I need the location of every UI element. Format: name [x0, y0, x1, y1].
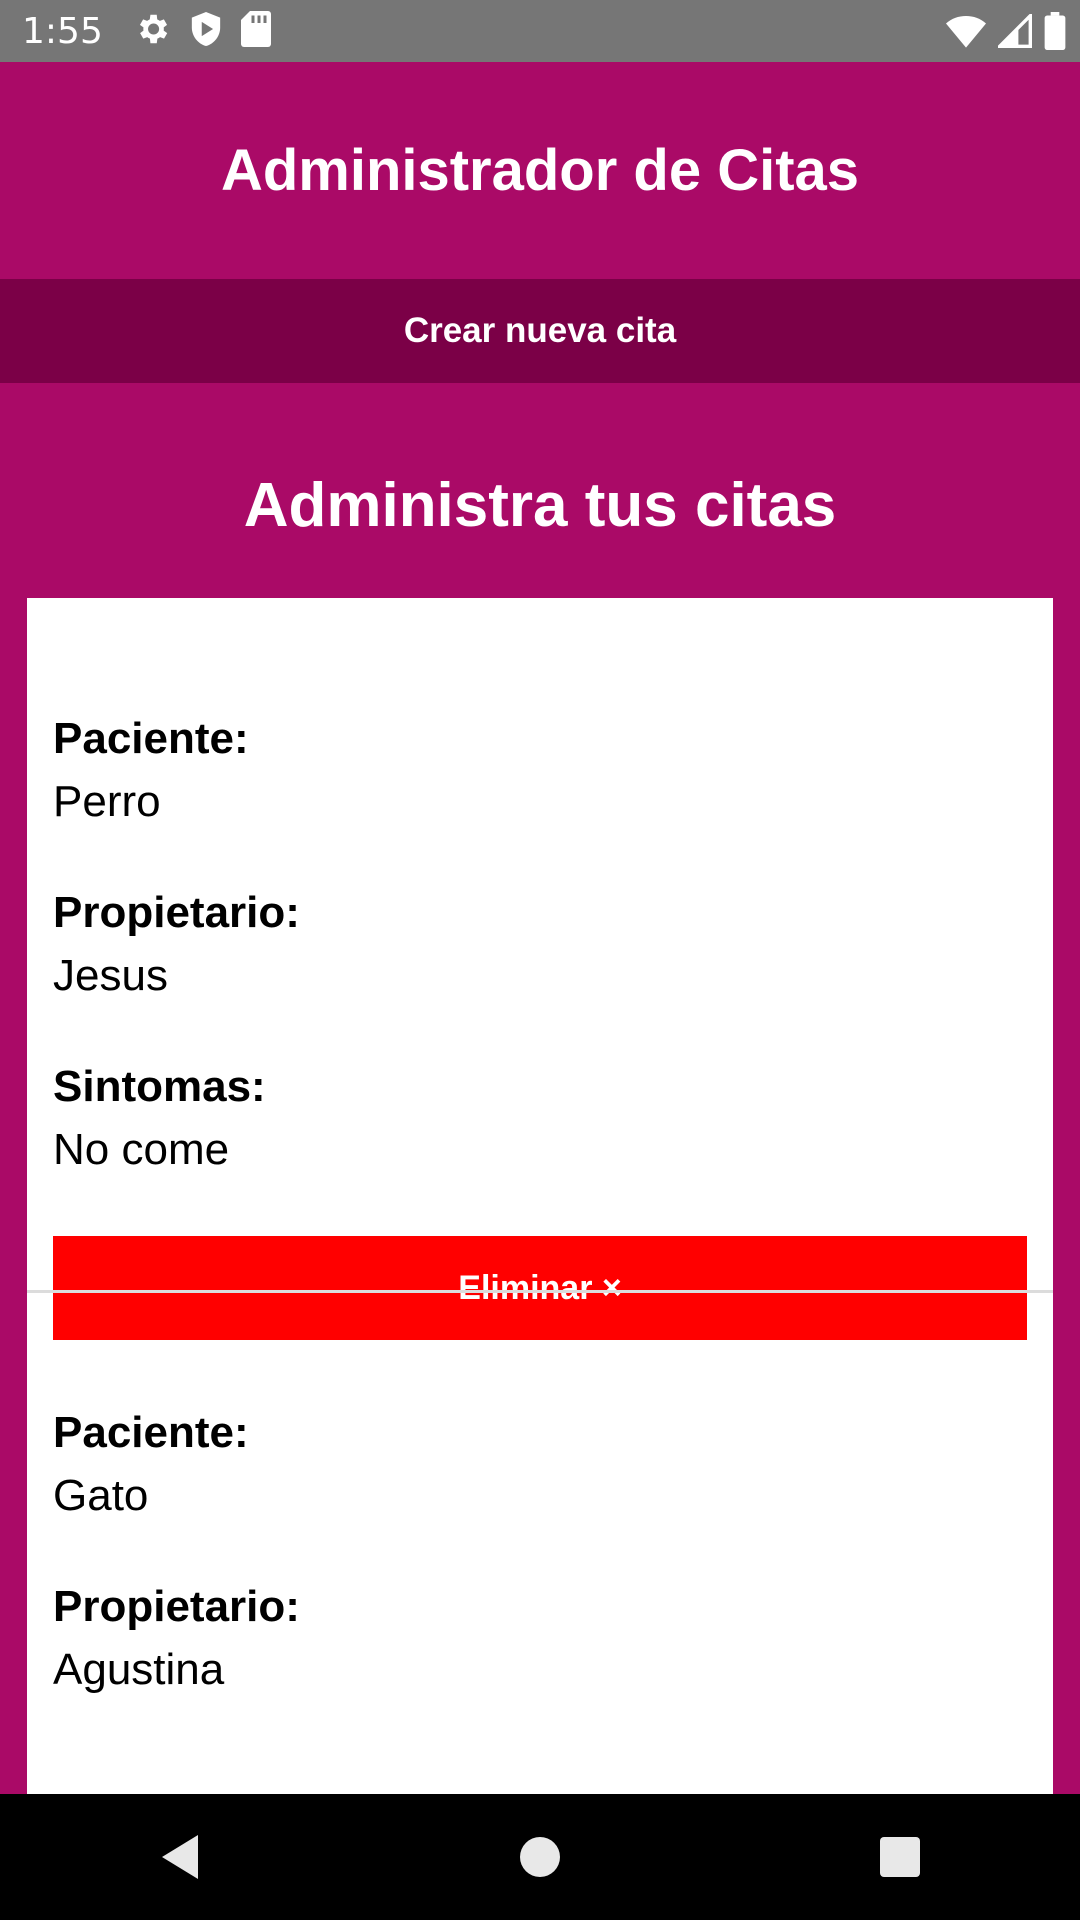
owner-field: Propietario: Agustina [53, 1582, 1027, 1698]
owner-value: Jesus [53, 951, 168, 1000]
patient-value: Gato [53, 1471, 149, 1520]
section-title: Administra tus citas [243, 471, 837, 540]
symptoms-label: Sintomas: [53, 1062, 266, 1111]
patient-field: Paciente: Perro [53, 714, 1027, 830]
appointment-card: Paciente: Perro Propietario: Jesus Sinto… [27, 598, 1053, 1340]
wifi-icon [946, 14, 986, 53]
battery-icon [1044, 12, 1066, 55]
symptoms-field: Sintomas: No come [53, 1062, 1027, 1178]
new-appointment-button[interactable]: Crear nueva cita [0, 279, 1080, 383]
patient-label: Paciente: [53, 714, 249, 763]
owner-field: Propietario: Jesus [53, 888, 1027, 1004]
back-icon[interactable] [120, 1817, 240, 1897]
status-time: 1:55 [22, 10, 103, 52]
status-bar: 1:55 [0, 0, 1080, 62]
app-title: Administrador de Citas [220, 138, 860, 203]
patient-label: Paciente: [53, 1408, 249, 1457]
appointment-card: Paciente: Gato Propietario: Agustina [27, 1290, 1053, 1698]
navigation-bar [0, 1794, 1080, 1920]
owner-value: Agustina [53, 1645, 225, 1694]
sd-card-icon [240, 10, 271, 52]
status-icons-left [133, 10, 271, 53]
owner-label: Propietario: [53, 888, 300, 937]
patient-value: Perro [53, 777, 161, 826]
patient-field: Paciente: Gato [53, 1408, 1027, 1524]
status-icons-right [946, 11, 1066, 55]
symptoms-value: No come [53, 1125, 230, 1174]
home-icon[interactable] [480, 1817, 600, 1897]
owner-label: Propietario: [53, 1582, 300, 1631]
shield-icon [189, 10, 223, 53]
settings-icon [133, 10, 171, 53]
signal-icon [995, 11, 1032, 53]
recents-icon[interactable] [840, 1817, 960, 1897]
appointment-list[interactable]: Paciente: Perro Propietario: Jesus Sinto… [27, 598, 1053, 1794]
app-header: Administrador de Citas [0, 62, 1080, 279]
